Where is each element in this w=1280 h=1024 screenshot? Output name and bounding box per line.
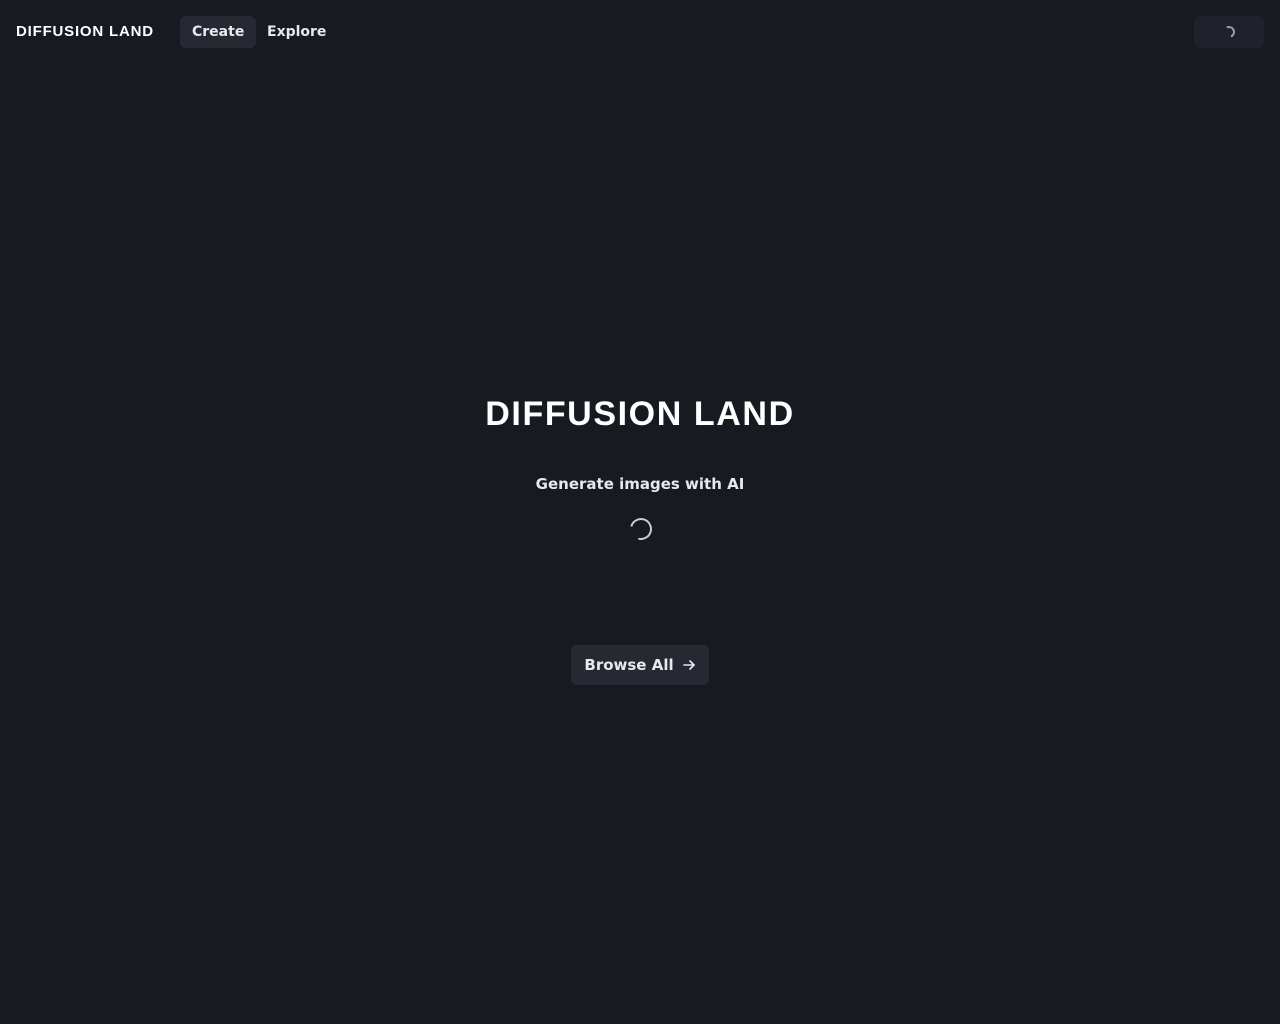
browse-all-button[interactable]: Browse All	[571, 645, 709, 685]
hero-title: DIFFUSION LAND	[485, 395, 795, 433]
loading-spinner-icon	[625, 513, 657, 545]
loading-spinner-icon	[1221, 24, 1237, 40]
brand-logo[interactable]: DIFFUSION LAND	[16, 23, 154, 41]
hero-subtitle: Generate images with AI	[535, 475, 745, 493]
browse-all-label: Browse All	[584, 656, 674, 674]
nav-create[interactable]: Create	[180, 16, 257, 48]
top-navigation: DIFFUSION LAND Create Explore	[0, 0, 1280, 64]
account-loading-button[interactable]	[1194, 16, 1264, 48]
loading-spinner	[625, 513, 657, 545]
nav-explore[interactable]: Explore	[255, 16, 338, 48]
arrow-right-icon	[682, 660, 695, 670]
